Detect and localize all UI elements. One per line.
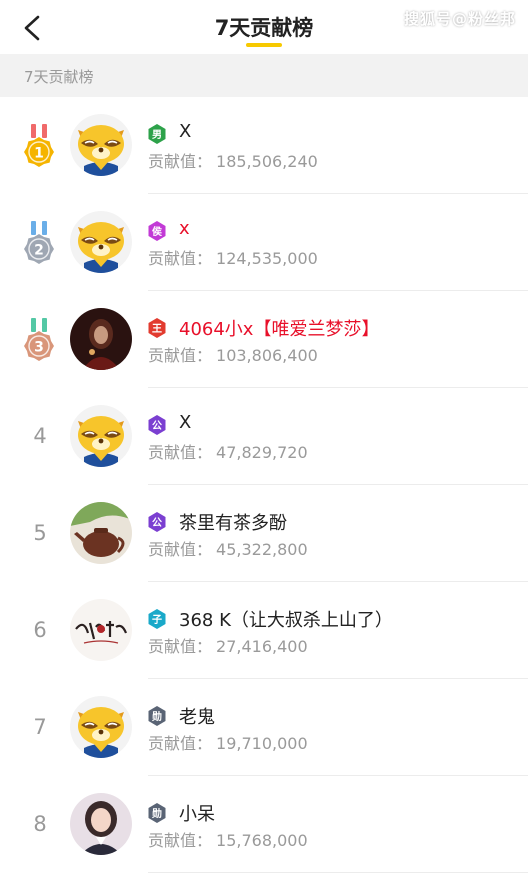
level-badge-icon: 王 [148,318,166,338]
rank-number: 6 [33,618,47,642]
user-avatar[interactable] [70,793,132,855]
level-badge-icon: 男 [148,124,166,144]
user-name[interactable]: 4064小x【唯爱兰梦莎】 [179,315,379,341]
contribution-value: 27,416,400 [216,637,308,656]
top-bar: 7天贡献榜 搜狐号@粉丝邦 [0,0,528,54]
contribution-text: 贡献值： 27,416,400 [148,633,308,657]
user-avatar[interactable] [70,502,132,564]
contribution-text: 贡献值： 47,829,720 [148,439,308,463]
user-name[interactable]: x [179,218,190,239]
user-name[interactable]: 茶里有茶多酚 [179,509,287,535]
section-label: 7天贡献榜 [24,68,94,86]
rank-medal-icon: 1 [22,124,56,168]
svg-text:勋: 勋 [151,710,162,723]
contribution-label: 贡献值： [148,346,213,365]
contribution-value: 19,710,000 [216,734,308,753]
rank-number: 4 [33,424,47,448]
ranking-list: 1 男 X 贡献值： 185,506,240 2 侯 x 贡献值： 124,535,000 3 王 40… [0,97,528,873]
user-avatar[interactable] [70,308,132,370]
svg-text:3: 3 [34,340,44,356]
section-header: 7天贡献榜 [0,54,528,97]
contribution-value: 103,806,400 [216,346,318,365]
contribution-text: 贡献值： 103,806,400 [148,342,318,366]
level-badge-icon: 勋 [148,706,166,726]
svg-text:男: 男 [152,129,162,141]
leaderboard-row[interactable]: 8 勋小呆 贡献值： 15,768,000 [0,776,528,873]
contribution-label: 贡献值： [148,152,213,171]
user-name[interactable]: 368 K（让大叔杀上山了） [179,606,393,632]
user-name[interactable]: 小呆 [179,800,215,826]
contribution-label: 贡献值： [148,249,213,268]
level-badge-icon: 公 [148,512,166,532]
contribution-value: 47,829,720 [216,443,308,462]
svg-text:侯: 侯 [152,225,163,238]
svg-text:公: 公 [152,420,162,432]
user-avatar[interactable] [70,211,132,273]
rank-medal-icon: 3 [22,318,56,362]
svg-text:子: 子 [152,614,162,626]
rank-medal-icon: 2 [22,221,56,265]
svg-text:2: 2 [34,243,44,259]
contribution-value: 185,506,240 [216,152,318,171]
user-avatar[interactable] [70,405,132,467]
user-avatar[interactable] [70,696,132,758]
user-name[interactable]: 老鬼 [179,703,215,729]
leaderboard-row[interactable]: 4 公 X 贡献值： 47,829,720 [0,388,528,485]
contribution-label: 贡献值： [148,540,213,559]
level-badge-icon: 侯 [148,221,166,241]
contribution-value: 124,535,000 [216,249,318,268]
leaderboard-row[interactable]: 2 侯 x 贡献值： 124,535,000 [0,194,528,291]
leaderboard-row[interactable]: 3 王 4064小x【唯爱兰梦莎】 贡献值： 103,806,400 [0,291,528,388]
level-badge-icon: 子 [148,609,166,629]
contribution-label: 贡献值： [148,734,213,753]
svg-text:公: 公 [152,517,162,529]
user-name[interactable]: X [179,121,191,142]
rank-number: 5 [33,521,47,545]
contribution-value: 45,322,800 [216,540,308,559]
svg-text:勋: 勋 [151,807,162,820]
leaderboard-row[interactable]: 7 勋老鬼 贡献值： 19,710,000 [0,679,528,776]
contribution-value: 15,768,000 [216,831,308,850]
rank-number: 7 [33,715,47,739]
watermark-text: 搜狐号@粉丝邦 [403,10,516,28]
user-avatar[interactable] [70,599,132,661]
level-badge-icon: 公 [148,415,166,435]
contribution-text: 贡献值： 185,506,240 [148,148,318,172]
contribution-label: 贡献值： [148,637,213,656]
rank-number: 8 [33,812,47,836]
svg-text:王: 王 [152,323,162,335]
contribution-text: 贡献值： 124,535,000 [148,245,318,269]
leaderboard-row[interactable]: 6 子 368 K（让大叔杀上山了） 贡献值： 27,416,400 [0,582,528,679]
contribution-text: 贡献值： 45,322,800 [148,536,308,560]
leaderboard-row[interactable]: 5 公茶里有茶多酚 贡献值： 45,322,800 [0,485,528,582]
contribution-text: 贡献值： 19,710,000 [148,730,308,754]
leaderboard-row[interactable]: 1 男 X 贡献值： 185,506,240 [0,97,528,194]
level-badge-icon: 勋 [148,803,166,823]
contribution-label: 贡献值： [148,443,213,462]
svg-text:1: 1 [34,146,44,162]
user-name[interactable]: X [179,412,191,433]
user-avatar[interactable] [70,114,132,176]
contribution-text: 贡献值： 15,768,000 [148,827,308,851]
contribution-label: 贡献值： [148,831,213,850]
active-tab-indicator [246,43,282,47]
